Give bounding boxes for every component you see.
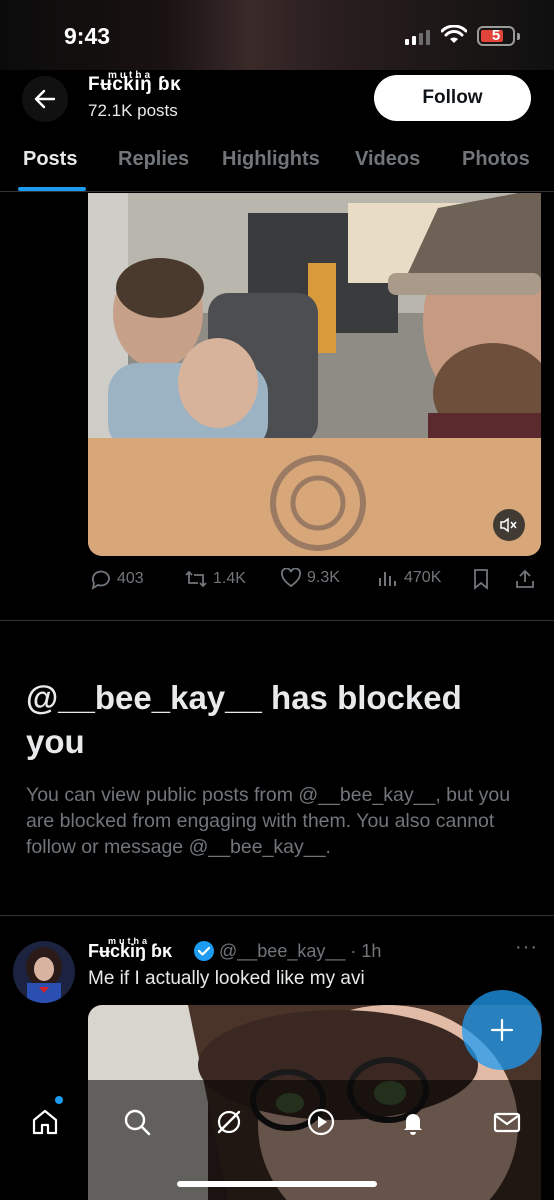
- grok-icon: [217, 1110, 241, 1134]
- search-icon: [124, 1109, 151, 1136]
- profile-name-prefix: mutha: [108, 70, 153, 81]
- divider: [0, 620, 554, 621]
- signal-icon: [405, 30, 430, 45]
- nav-messages[interactable]: [485, 1100, 529, 1144]
- tweet-author-name-prefix: mutha: [108, 936, 150, 946]
- reply-button[interactable]: 403: [90, 568, 144, 590]
- tab-highlights[interactable]: Highlights: [222, 148, 320, 171]
- repost-button[interactable]: 1.4K: [184, 568, 246, 590]
- follow-button[interactable]: Follow: [374, 75, 531, 121]
- nav-search[interactable]: [115, 1100, 159, 1144]
- tab-indicator: [18, 187, 86, 191]
- bell-icon: [404, 1114, 422, 1135]
- heart-icon: [281, 568, 301, 588]
- tab-photos[interactable]: Photos: [462, 148, 530, 171]
- profile-header: mutha Fʉckiŋ ɓĸ 72.1K posts Follow: [0, 70, 554, 130]
- repost-count: 1.4K: [213, 570, 246, 587]
- speaker-muted-icon: [500, 517, 517, 533]
- tab-replies[interactable]: Replies: [118, 148, 189, 171]
- divider: [0, 915, 554, 916]
- wifi-icon: [441, 25, 467, 43]
- status-time: 9:43: [64, 23, 111, 49]
- tab-videos[interactable]: Videos: [355, 148, 420, 171]
- arrow-left-icon: [34, 89, 56, 109]
- nav-notifications[interactable]: [391, 1100, 435, 1144]
- post-video[interactable]: [88, 193, 541, 556]
- like-count: 9.3K: [307, 569, 340, 586]
- avatar[interactable]: [13, 941, 75, 1003]
- bookmark-icon: [474, 569, 488, 590]
- tab-posts[interactable]: Posts: [23, 148, 77, 171]
- plus-icon: [490, 1018, 514, 1042]
- battery-level: 5: [491, 27, 501, 44]
- nav-grok[interactable]: [207, 1100, 251, 1144]
- repost-icon: [185, 570, 207, 588]
- bookmark-button[interactable]: [472, 568, 490, 590]
- reply-count: 403: [117, 570, 144, 587]
- compose-button[interactable]: [462, 990, 542, 1070]
- mail-icon: [493, 1112, 521, 1133]
- post-action-bar: 403 1.4K 9.3K 470K: [0, 568, 554, 596]
- views-button[interactable]: 470K: [377, 568, 441, 588]
- views-count: 470K: [404, 569, 442, 586]
- home-unread-dot: [55, 1096, 63, 1104]
- share-icon: [516, 569, 534, 588]
- battery-icon: 5: [477, 26, 515, 46]
- blocked-description: You can view public posts from @__bee_ka…: [26, 784, 511, 858]
- tweet-author-name[interactable]: mutha Fʉckiŋ ɓĸ: [88, 936, 172, 962]
- like-button[interactable]: 9.3K: [280, 568, 340, 588]
- share-button[interactable]: [514, 568, 536, 590]
- profile-name: mutha Fʉckiŋ ɓĸ: [88, 70, 182, 95]
- back-button[interactable]: [22, 76, 68, 122]
- post-count: 72.1K posts: [88, 101, 178, 120]
- more-options-button[interactable]: ···: [515, 936, 538, 959]
- blocked-title: @__bee_kay__ has blocked you: [26, 679, 462, 760]
- reply-icon: [91, 570, 110, 590]
- nav-home[interactable]: [23, 1100, 67, 1144]
- home-indicator: [177, 1181, 377, 1187]
- mute-button[interactable]: [493, 509, 525, 541]
- home-icon: [32, 1109, 58, 1135]
- verified-badge-icon: [194, 941, 214, 961]
- status-bar: 9:43 5: [0, 0, 554, 70]
- tweet-handle-time: @__bee_kay__ · 1h: [219, 941, 382, 961]
- nav-video[interactable]: [299, 1100, 343, 1144]
- profile-tabs: Posts Replies Highlights Videos Photos: [0, 130, 554, 192]
- video-play-icon: [307, 1108, 335, 1136]
- views-icon: [379, 572, 396, 586]
- tweet-text: Me if I actually looked like my avi: [88, 968, 365, 989]
